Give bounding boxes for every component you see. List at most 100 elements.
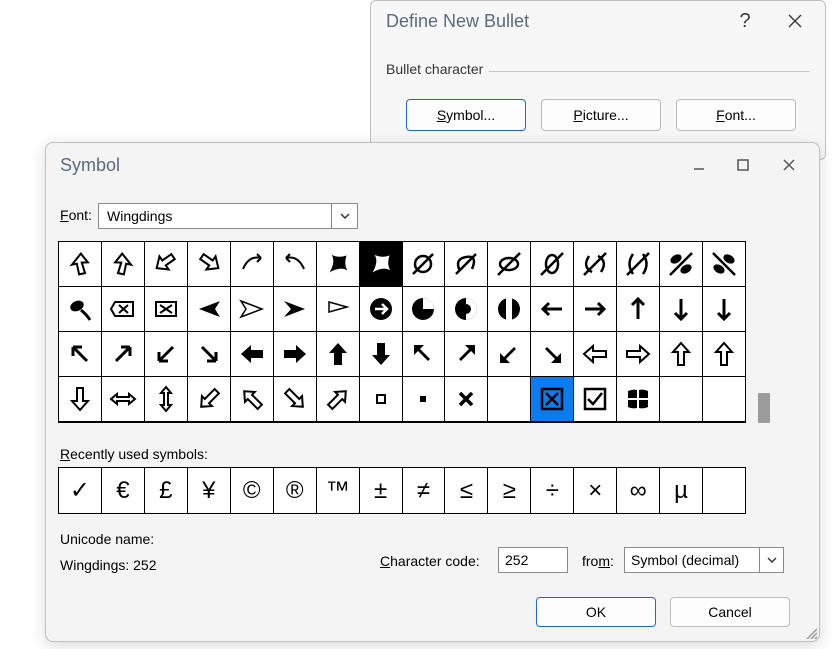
- symbol-cell[interactable]: [317, 377, 360, 422]
- ok-button[interactable]: OK: [536, 597, 656, 627]
- symbol-cell[interactable]: [531, 377, 574, 422]
- recent-symbol-cell[interactable]: ±: [360, 468, 403, 513]
- recent-symbol-cell[interactable]: [703, 468, 746, 513]
- symbol-cell[interactable]: [660, 332, 703, 377]
- symbol-cell[interactable]: [574, 287, 617, 332]
- symbol-cell[interactable]: [102, 287, 145, 332]
- symbol-cell[interactable]: [102, 377, 145, 422]
- symbol-cell[interactable]: [360, 377, 403, 422]
- symbol-cell[interactable]: [145, 242, 188, 287]
- symbol-cell[interactable]: [403, 287, 446, 332]
- symbol-cell[interactable]: [488, 332, 531, 377]
- recent-symbol-cell[interactable]: ®: [274, 468, 317, 513]
- close-button[interactable]: [773, 1, 817, 41]
- symbol-cell[interactable]: [488, 287, 531, 332]
- symbol-cell[interactable]: [574, 377, 617, 422]
- symbol-cell[interactable]: [231, 377, 274, 422]
- font-combo[interactable]: Wingdings: [98, 203, 358, 229]
- symbol-cell[interactable]: [574, 242, 617, 287]
- symbol-cell[interactable]: [445, 332, 488, 377]
- symbol-cell[interactable]: [274, 332, 317, 377]
- minimize-button[interactable]: [679, 147, 719, 183]
- symbol-cell[interactable]: [102, 332, 145, 377]
- symbol-cell[interactable]: [617, 332, 660, 377]
- symbol-cell[interactable]: [188, 377, 231, 422]
- symbol-cell[interactable]: [660, 287, 703, 332]
- symbol-cell[interactable]: [317, 287, 360, 332]
- maximize-button[interactable]: [723, 147, 763, 183]
- symbol-cell[interactable]: [274, 287, 317, 332]
- recent-symbol-cell[interactable]: ∞: [617, 468, 660, 513]
- symbol-cell[interactable]: [617, 287, 660, 332]
- symbol-cell[interactable]: [488, 242, 531, 287]
- recent-symbol-cell[interactable]: ≥: [488, 468, 531, 513]
- close-button[interactable]: [769, 147, 809, 183]
- symbol-cell[interactable]: [403, 377, 446, 422]
- recent-symbol-cell[interactable]: ≤: [445, 468, 488, 513]
- symbol-cell[interactable]: [574, 332, 617, 377]
- symbol-cell[interactable]: [231, 287, 274, 332]
- symbol-cell[interactable]: [403, 332, 446, 377]
- symbol-cell[interactable]: [231, 332, 274, 377]
- cancel-button[interactable]: Cancel: [670, 597, 790, 627]
- symbol-cell[interactable]: [703, 332, 746, 377]
- recent-symbol-cell[interactable]: ¥: [188, 468, 231, 513]
- recent-symbol-cell[interactable]: £: [145, 468, 188, 513]
- symbol-cell[interactable]: [59, 242, 102, 287]
- symbol-cell[interactable]: [317, 332, 360, 377]
- symbol-cell[interactable]: [59, 377, 102, 422]
- symbol-cell[interactable]: [445, 242, 488, 287]
- symbol-cell[interactable]: [445, 287, 488, 332]
- symbol-cell[interactable]: [445, 377, 488, 422]
- symbol-cell[interactable]: [703, 287, 746, 332]
- recent-symbol-cell[interactable]: ™: [317, 468, 360, 513]
- symbol-title: Symbol: [60, 155, 120, 176]
- symbol-cell[interactable]: [617, 242, 660, 287]
- symbol-cell[interactable]: [59, 332, 102, 377]
- symbol-cell[interactable]: [703, 242, 746, 287]
- symbol-cell[interactable]: [617, 377, 660, 422]
- symbol-cell[interactable]: [360, 242, 403, 287]
- recent-symbol-cell[interactable]: ÷: [531, 468, 574, 513]
- symbol-cell[interactable]: [317, 242, 360, 287]
- symbol-cell[interactable]: [531, 287, 574, 332]
- symbol-cell[interactable]: [360, 287, 403, 332]
- symbol-cell[interactable]: [703, 377, 746, 422]
- resize-grip[interactable]: [803, 625, 817, 639]
- recent-symbol-cell[interactable]: µ: [660, 468, 703, 513]
- scrollbar[interactable]: [754, 241, 770, 423]
- scrollbar-thumb[interactable]: [758, 393, 770, 423]
- font-button[interactable]: Font...: [676, 99, 796, 131]
- symbol-cell[interactable]: [660, 242, 703, 287]
- symbol-cell[interactable]: [660, 377, 703, 422]
- symbol-cell[interactable]: [231, 242, 274, 287]
- symbol-cell[interactable]: [531, 242, 574, 287]
- recent-symbol-cell[interactable]: ×: [574, 468, 617, 513]
- symbol-cell[interactable]: [102, 242, 145, 287]
- character-code-label: Character code:: [380, 553, 480, 569]
- from-label: from:: [582, 553, 614, 569]
- symbol-cell[interactable]: [59, 287, 102, 332]
- character-code-input[interactable]: 252: [498, 547, 568, 573]
- recent-symbol-cell[interactable]: €: [102, 468, 145, 513]
- recent-symbol-cell[interactable]: ≠: [403, 468, 446, 513]
- symbol-cell[interactable]: [188, 242, 231, 287]
- symbol-cell[interactable]: [403, 242, 446, 287]
- symbol-cell[interactable]: [188, 332, 231, 377]
- help-button[interactable]: ?: [725, 1, 765, 41]
- symbol-cell[interactable]: [188, 287, 231, 332]
- picture-button[interactable]: Picture...: [541, 99, 661, 131]
- symbol-cell[interactable]: [360, 332, 403, 377]
- recent-symbol-cell[interactable]: ©: [231, 468, 274, 513]
- symbol-cell[interactable]: [145, 377, 188, 422]
- symbol-cell[interactable]: [531, 332, 574, 377]
- symbol-cell[interactable]: [274, 242, 317, 287]
- symbol-button[interactable]: Symbol...: [406, 99, 526, 131]
- symbol-cell[interactable]: [145, 287, 188, 332]
- symbol-cell[interactable]: [274, 377, 317, 422]
- recent-symbol-cell[interactable]: ✓: [59, 468, 102, 513]
- chevron-down-icon: [331, 204, 357, 228]
- symbol-cell[interactable]: [145, 332, 188, 377]
- symbol-cell[interactable]: [488, 377, 531, 422]
- from-combo[interactable]: Symbol (decimal): [624, 547, 784, 573]
